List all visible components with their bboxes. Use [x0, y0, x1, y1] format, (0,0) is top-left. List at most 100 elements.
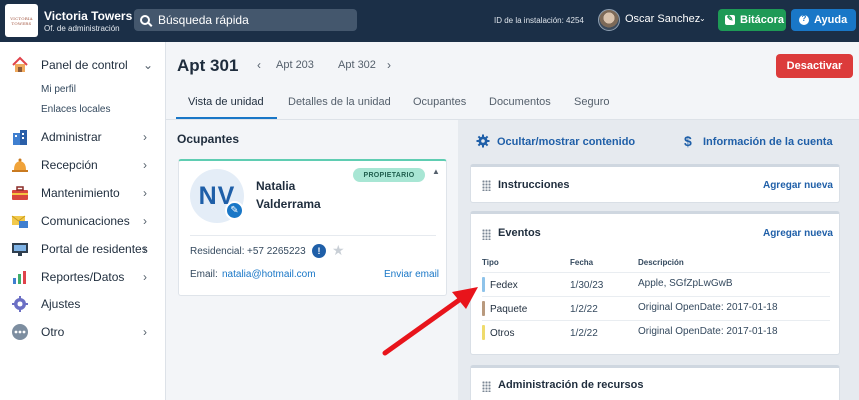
chevron-right-icon: › [143, 186, 147, 200]
chevron-left-icon[interactable]: ‹ [257, 58, 261, 72]
email-link[interactable]: natalia@hotmail.com [222, 269, 316, 280]
drag-handle-icon[interactable] [482, 381, 491, 392]
installation-id: ID de la instalación: 4254 [494, 16, 584, 25]
card-title: Eventos [498, 227, 541, 239]
sidebar-item-panel-de-control[interactable]: Panel de control ⌄ [0, 55, 166, 75]
sidebar-item-comunicaciones[interactable]: Comunicaciones › [0, 211, 166, 231]
drag-handle-icon[interactable] [482, 180, 491, 191]
sidebar-item-otro[interactable]: Otro › [0, 322, 166, 342]
caret-up-icon[interactable]: ▲ [432, 167, 440, 176]
chevron-down-icon[interactable]: ⌄ [699, 14, 706, 23]
alert-icon[interactable]: ! [312, 244, 326, 258]
toggle-content-link[interactable]: Ocultar/mostrar contenido [497, 136, 635, 148]
sidebar-item-label: Ajustes [41, 297, 81, 311]
card-title: Instrucciones [498, 179, 570, 191]
house-icon [12, 56, 28, 72]
prev-unit-link[interactable]: Apt 203 [276, 59, 314, 71]
buildings-icon [13, 130, 27, 145]
bitacora-label: Bitácora [740, 14, 785, 26]
ellipsis-icon [12, 324, 28, 340]
sidebar-item-label: Mantenimiento [41, 186, 120, 200]
resources-card: Administración de recursos [470, 365, 840, 400]
table-row[interactable]: Otros 1/2/22 Original OpenDate: 2017-01-… [482, 320, 830, 344]
event-type: Paquete [490, 304, 528, 315]
user-name[interactable]: Oscar Sanchez [625, 13, 700, 25]
chevron-right-icon: › [143, 325, 147, 339]
bitacora-button[interactable]: ✎ Bitácora [718, 9, 786, 31]
event-color-bar [482, 277, 485, 292]
search-placeholder: Búsqueda rápida [158, 13, 249, 27]
sidebar-item-reportes-datos[interactable]: Reportes/Datos › [0, 267, 166, 287]
sidebar-item-recepcion[interactable]: Recepción › [0, 155, 166, 175]
occupants-section-title: Ocupantes [177, 132, 240, 146]
sidebar-item-label: Reportes/Datos [41, 270, 125, 284]
page-title: Apt 301 [177, 56, 239, 75]
event-color-bar [482, 301, 485, 316]
question-icon: ? [799, 14, 809, 25]
account-info-link[interactable]: Información de la cuenta [703, 136, 833, 148]
sidebar-item-portal-de-residentes[interactable]: Portal de residentes › [0, 239, 166, 259]
logo-mark: VICTORIA TOWERS [10, 15, 33, 26]
tab-ocupantes[interactable]: Ocupantes [413, 96, 466, 108]
pencil-icon[interactable]: ✎ [225, 201, 244, 220]
app-subtitle: Of. de administración [44, 24, 120, 33]
search-input[interactable]: Búsqueda rápida [134, 9, 357, 31]
add-event-link[interactable]: Agregar nueva [763, 228, 833, 239]
instructions-card: Instrucciones Agregar nueva [470, 164, 840, 203]
envelope-icon [11, 215, 28, 228]
event-date: 1/30/23 [570, 280, 604, 291]
column-header-descripcion: Descripción [638, 258, 684, 267]
event-date: 1/2/22 [570, 328, 598, 339]
sidebar-item-mantenimiento[interactable]: Mantenimiento › [0, 183, 166, 203]
table-row[interactable]: Paquete 1/2/22 Original OpenDate: 2017-0… [482, 296, 830, 320]
events-card: Eventos Agregar nueva Tipo Fecha Descrip… [470, 211, 840, 355]
toolbox-icon [12, 186, 28, 200]
divider [190, 235, 436, 236]
drag-handle-icon[interactable] [482, 229, 491, 240]
search-icon [140, 15, 150, 25]
monitor-icon [12, 243, 28, 256]
phone-value: +57 2265223 [247, 246, 306, 257]
sidebar-subitem-enlaces-locales[interactable]: Enlaces locales [41, 104, 110, 115]
email-label: Email: [190, 269, 218, 280]
dollar-icon[interactable]: $ [684, 133, 692, 149]
add-instruction-link[interactable]: Agregar nueva [763, 180, 833, 191]
star-icon[interactable]: ★ [332, 242, 345, 259]
tab-seguro[interactable]: Seguro [574, 96, 609, 108]
column-header-tipo: Tipo [482, 258, 499, 267]
sidebar: Panel de control ⌄ Mi perfil Enlaces loc… [0, 42, 166, 400]
chevron-down-icon: ⌄ [143, 58, 154, 72]
help-button[interactable]: ? Ayuda [791, 9, 856, 31]
tab-vista-de-unidad[interactable]: Vista de unidad [188, 96, 264, 108]
send-email-link[interactable]: Enviar email [384, 269, 439, 280]
bell-icon [12, 158, 28, 172]
sidebar-item-ajustes[interactable]: Ajustes [0, 294, 166, 314]
residential-label: Residencial: [190, 246, 245, 257]
chevron-right-icon[interactable]: › [387, 58, 391, 72]
tab-detalles-de-la-unidad[interactable]: Detalles de la unidad [288, 96, 391, 108]
avatar[interactable] [598, 9, 620, 31]
top-bar: VICTORIA TOWERS Victoria Towers Of. de a… [0, 0, 859, 42]
sidebar-subitem-mi-perfil[interactable]: Mi perfil [41, 84, 76, 95]
table-row[interactable]: Fedex 1/30/23 Apple, SGfZpLwGwB [482, 272, 830, 296]
occupant-first-name: Natalia [256, 179, 296, 193]
logo[interactable]: VICTORIA TOWERS [5, 4, 38, 37]
chevron-right-icon: › [143, 242, 147, 256]
card-title: Administración de recursos [498, 379, 644, 391]
sidebar-item-label: Administrar [41, 130, 102, 144]
sidebar-item-administrar[interactable]: Administrar › [0, 127, 166, 147]
deactivate-button[interactable]: Desactivar [776, 54, 853, 78]
gear-icon[interactable] [476, 134, 490, 148]
event-date: 1/2/22 [570, 304, 598, 315]
chevron-right-icon: › [143, 158, 147, 172]
notebook-icon: ✎ [725, 14, 735, 25]
tab-documentos[interactable]: Documentos [489, 96, 551, 108]
column-header-fecha: Fecha [570, 258, 594, 267]
sidebar-item-label: Portal de residentes [41, 242, 148, 256]
app-name: Victoria Towers [44, 9, 133, 23]
sidebar-item-label: Panel de control [41, 58, 128, 72]
chevron-right-icon: › [143, 130, 147, 144]
chevron-right-icon: › [143, 214, 147, 228]
sidebar-item-label: Comunicaciones [41, 214, 130, 228]
next-unit-link[interactable]: Apt 302 [338, 59, 376, 71]
